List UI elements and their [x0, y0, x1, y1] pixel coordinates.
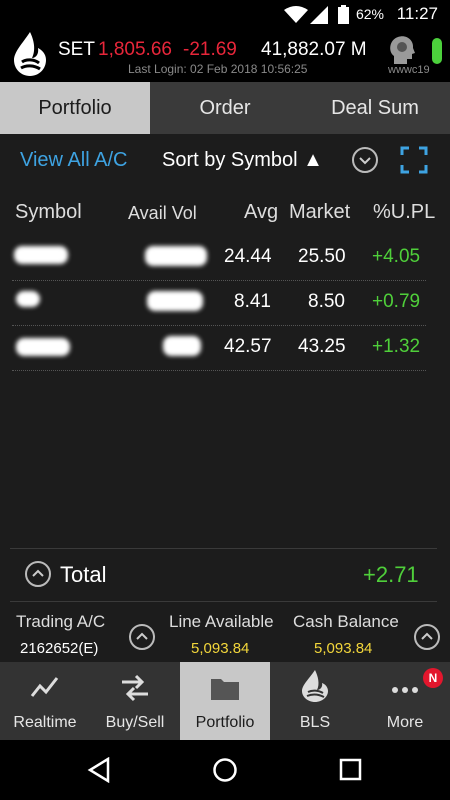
- clock: 11:27: [396, 4, 438, 23]
- transfer-arrows-icon: [122, 674, 148, 702]
- sort-dropdown-button[interactable]: [352, 147, 378, 173]
- redacted-volume: [145, 246, 207, 266]
- bls-logo-icon: [302, 670, 328, 702]
- chart-line-icon: [30, 677, 59, 697]
- index-value: 1,805.66: [98, 39, 172, 60]
- nav-realtime-label: Realtime: [13, 714, 77, 731]
- home-icon[interactable]: [212, 757, 238, 783]
- chevron-up-icon: [421, 632, 433, 640]
- cash-balance-value: 5,093.84: [314, 640, 373, 657]
- avg-cost: 42.57: [224, 336, 272, 357]
- recents-icon[interactable]: [338, 757, 364, 783]
- last-login: Last Login: 02 Feb 2018 10:56:25: [128, 62, 308, 76]
- redacted-symbol: [16, 291, 40, 307]
- nav-more-label: More: [386, 714, 424, 731]
- notification-badge: N: [423, 668, 443, 688]
- view-all-accounts-link[interactable]: View All A/C: [20, 149, 127, 172]
- chevron-up-icon: [32, 569, 44, 577]
- total-label: Total: [60, 562, 107, 587]
- tab-deal-sum[interactable]: Deal Sum: [300, 82, 450, 134]
- back-icon[interactable]: [86, 757, 112, 783]
- trading-account-value: 2162652(E): [20, 640, 99, 657]
- table-row[interactable]: 24.44 25.50 +4.05: [0, 236, 450, 280]
- total-value: +2.71: [363, 562, 419, 587]
- upl-percent: +1.32: [372, 336, 421, 357]
- signal-icon: [310, 6, 328, 24]
- profile-head-icon[interactable]: [386, 34, 416, 64]
- cash-balance-label: Cash Balance: [293, 612, 399, 631]
- col-header-avg[interactable]: Avg: [244, 201, 278, 224]
- system-nav-bar: [0, 740, 450, 800]
- index-name: SET: [58, 39, 95, 60]
- chevron-up-icon: [136, 632, 148, 640]
- nav-portfolio-label: Portfolio: [195, 714, 255, 731]
- trading-account-label: Trading A/C: [16, 612, 106, 631]
- market-value: 41,882.07 M: [261, 39, 367, 60]
- bottom-nav: Realtime Buy/Sell Portfolio BLS N More: [0, 662, 450, 740]
- account-details-button[interactable]: [414, 624, 440, 650]
- redacted-volume: [163, 336, 201, 356]
- market-price: 43.25: [298, 336, 346, 357]
- line-available-label: Line Available: [169, 612, 274, 631]
- upl-percent: +4.05: [372, 246, 421, 267]
- table-row[interactable]: 8.41 8.50 +0.79: [0, 281, 450, 325]
- redacted-symbol: [16, 338, 70, 356]
- redacted-volume: [147, 291, 203, 311]
- folder-icon: [211, 679, 239, 700]
- nav-more[interactable]: N More: [360, 662, 450, 740]
- col-header-market[interactable]: Market: [289, 201, 350, 224]
- bls-logo-icon: [14, 32, 46, 76]
- tab-portfolio[interactable]: Portfolio: [0, 82, 150, 134]
- col-header-avail-vol[interactable]: Avail Vol: [128, 203, 197, 224]
- user-id: wwwc19: [388, 64, 430, 76]
- nav-bls-label: BLS: [299, 714, 331, 731]
- row-divider: [12, 370, 426, 371]
- col-header-symbol[interactable]: Symbol: [15, 201, 82, 224]
- status-bar: 62% 11:27: [0, 0, 450, 28]
- nav-bls[interactable]: BLS: [270, 662, 360, 740]
- app-header: SET 1,805.66 -21.69 41,882.07 M Last Log…: [0, 28, 450, 82]
- col-header-upl[interactable]: %U.PL: [373, 201, 435, 224]
- account-select-button[interactable]: [129, 624, 155, 650]
- avg-cost: 24.44: [224, 246, 272, 267]
- sort-by-symbol-button[interactable]: Sort by Symbol ▲: [162, 149, 323, 172]
- chevron-down-icon: [359, 157, 371, 165]
- connection-indicator: [432, 38, 442, 64]
- nav-buy-sell-label: Buy/Sell: [105, 714, 165, 731]
- index-change: -21.69: [183, 39, 237, 60]
- market-price: 25.50: [298, 246, 346, 267]
- nav-realtime[interactable]: Realtime: [0, 662, 90, 740]
- table-row[interactable]: 42.57 43.25 +1.32: [0, 326, 450, 370]
- tab-order[interactable]: Order: [150, 82, 300, 134]
- nav-buy-sell[interactable]: Buy/Sell: [90, 662, 180, 740]
- nav-portfolio[interactable]: Portfolio: [180, 662, 270, 740]
- tab-bar: Portfolio Order Deal Sum: [0, 82, 450, 134]
- redacted-symbol: [14, 246, 68, 264]
- more-dots-icon: [392, 687, 418, 693]
- avg-cost: 8.41: [234, 291, 271, 312]
- market-price: 8.50: [308, 291, 345, 312]
- upl-percent: +0.79: [372, 291, 421, 312]
- battery-percent: 62%: [355, 6, 384, 22]
- fullscreen-icon[interactable]: [400, 146, 428, 174]
- wifi-icon: [284, 6, 308, 23]
- total-expand-button[interactable]: [25, 561, 51, 587]
- battery-icon: [338, 5, 349, 24]
- line-available-value: 5,093.84: [191, 640, 250, 657]
